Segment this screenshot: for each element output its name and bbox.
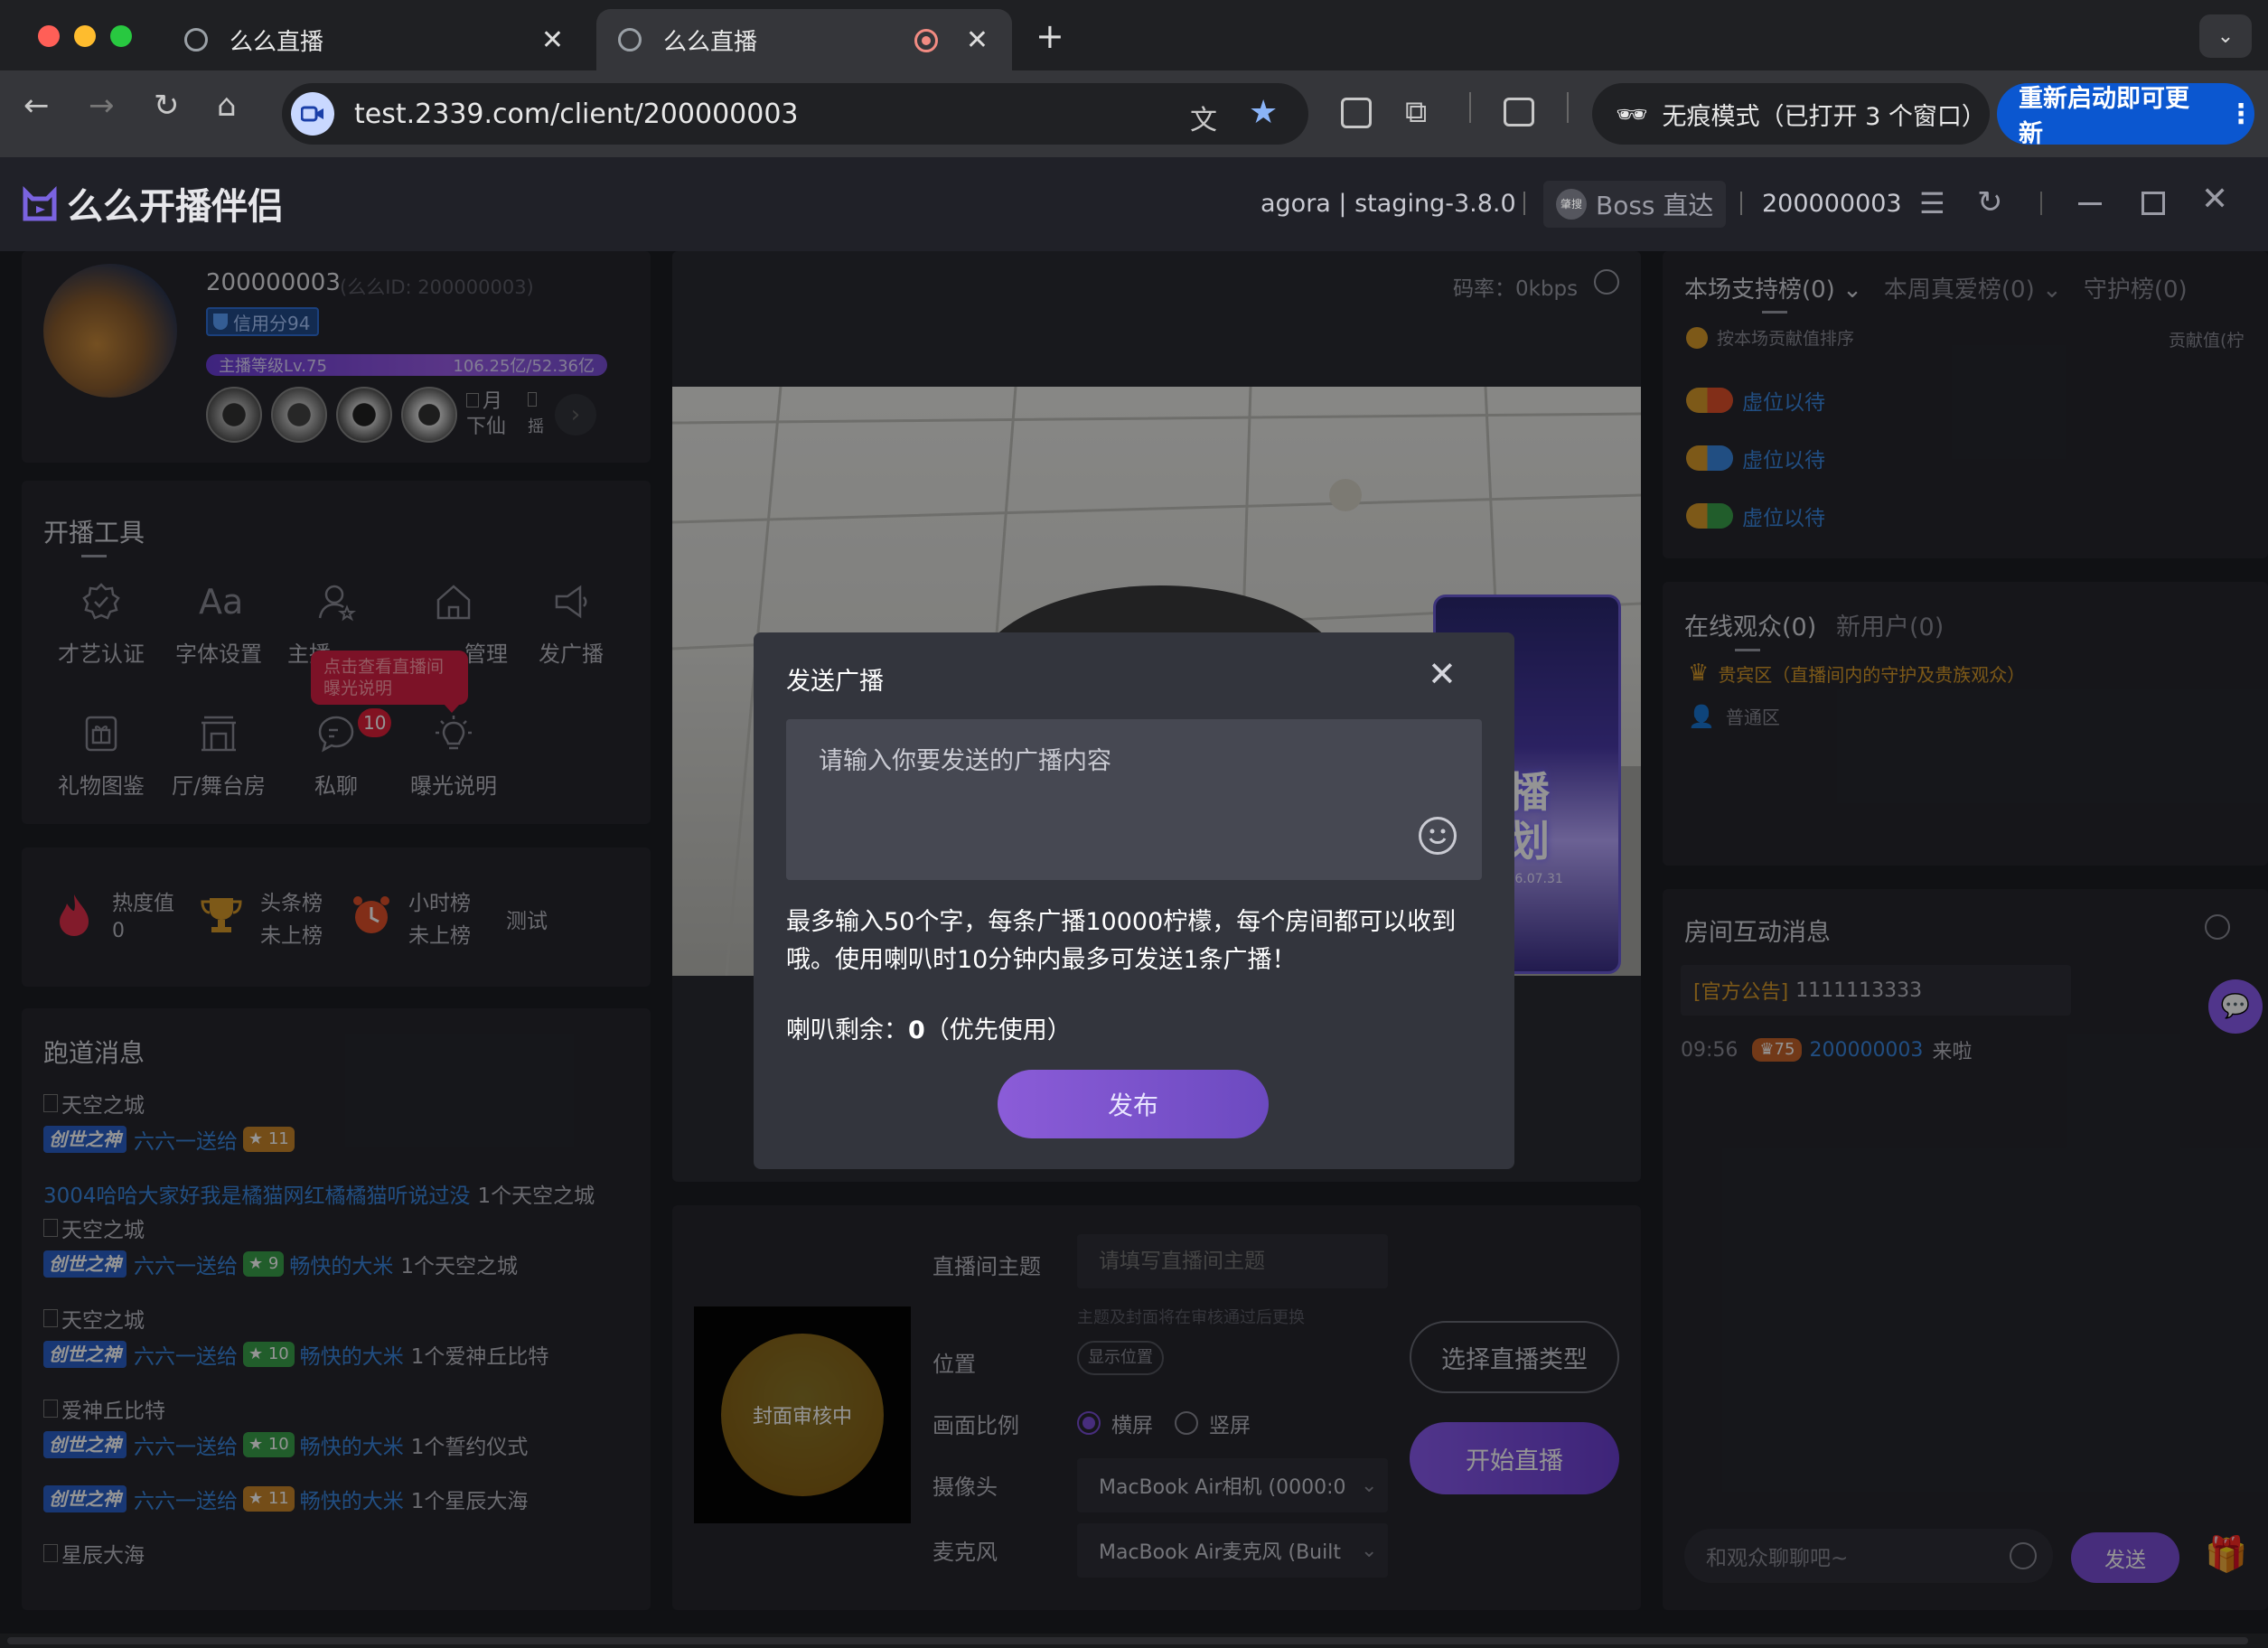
close-tab-icon[interactable]: ✕ — [966, 24, 989, 56]
new-tab-button[interactable]: + — [1036, 16, 1064, 56]
restart-update-button[interactable]: 重新启动即可更新 ⋮ — [1997, 83, 2254, 148]
bookmark-star-icon[interactable]: ★ — [1249, 94, 1278, 131]
app-logo: 么么开播伴侣 — [20, 177, 284, 229]
forward-icon[interactable]: → — [89, 90, 115, 121]
site-info-icon[interactable] — [291, 92, 334, 136]
browser-tab-2[interactable]: 么么直播 ✕ — [596, 9, 1012, 70]
close-app-icon[interactable]: ✕ — [2201, 181, 2228, 218]
list-menu-icon[interactable]: ☰ — [1919, 186, 1945, 220]
globe-icon — [618, 28, 642, 52]
maximize-window-button[interactable] — [110, 25, 132, 47]
tab-title: 么么直播 — [230, 28, 324, 56]
more-menu-icon[interactable]: ⋮ — [2227, 98, 2254, 130]
close-window-button[interactable] — [38, 25, 60, 47]
translate-icon[interactable]: ⽂ — [1190, 98, 1217, 137]
divider — [2040, 192, 2042, 215]
toolbar-divider — [1567, 92, 1569, 123]
minimize-window-button[interactable] — [74, 25, 96, 47]
boss-direct-button[interactable]: 肇搜 Boss 直达 — [1543, 181, 1727, 228]
restart-text: 重新启动即可更新 — [2019, 85, 2189, 148]
incognito-indicator[interactable]: 🕶 无痕模式（已打开 3 个窗口） — [1592, 83, 1990, 145]
env-label: agora | staging-3.8.0 — [1261, 190, 1516, 218]
reload-icon[interactable]: ↻ — [154, 90, 180, 121]
close-dialog-icon[interactable]: ✕ — [1428, 654, 1457, 694]
publish-button[interactable]: 发布 — [998, 1070, 1269, 1138]
tab-title: 么么直播 — [663, 28, 758, 56]
tab-search-button[interactable]: ⌄ — [2199, 14, 2252, 58]
app-title: 么么开播伴侣 — [67, 186, 284, 228]
boss-label: Boss 直达 — [1596, 191, 1714, 220]
browser-tab-bar: 么么直播 ✕ 么么直播 ✕ + ⌄ — [0, 0, 2268, 70]
app-logo-icon — [23, 185, 57, 221]
refresh-icon[interactable]: ↻ — [1977, 184, 2003, 220]
divider — [1523, 192, 1525, 215]
boss-logo-icon: 肇搜 — [1556, 189, 1587, 220]
recording-icon — [914, 29, 938, 52]
emoji-icon[interactable] — [1419, 817, 1457, 855]
divider — [1740, 192, 1742, 215]
header-user-id: 200000003 — [1762, 190, 1902, 218]
incognito-icon: 🕶 — [1616, 98, 1648, 129]
home-icon[interactable]: ⌂ — [217, 90, 237, 121]
screenshot-icon[interactable] — [1504, 98, 1534, 126]
minimize-icon[interactable] — [2078, 202, 2102, 205]
back-icon[interactable]: ← — [23, 90, 50, 121]
broadcast-dialog: 发送广播 ✕ 请输入你要发送的广播内容 最多输入50个字，每条广播10000柠檬… — [754, 632, 1514, 1169]
globe-icon — [184, 28, 208, 52]
textarea-placeholder: 请输入你要发送的广播内容 — [819, 747, 1111, 775]
broadcast-description: 最多输入50个字，每条广播10000柠檬，每个房间都可以收到哦。使用喇叭时10分… — [786, 908, 1457, 974]
url-text: test.2339.com/client/200000003 — [354, 98, 799, 130]
browser-tab-1[interactable]: 么么直播 ✕ — [163, 9, 587, 70]
maximize-icon[interactable] — [2141, 192, 2165, 215]
address-bar[interactable]: test.2339.com/client/200000003 ⽂ ★ — [282, 83, 1308, 145]
horn-remaining: 喇叭剩余：0（优先使用） — [786, 1016, 1072, 1044]
extensions-icon[interactable]: ⧉ — [1405, 94, 1427, 130]
reading-list-icon[interactable] — [1341, 98, 1372, 128]
incognito-text: 无痕模式（已打开 3 个窗口） — [1662, 102, 1986, 131]
toolbar-divider — [1469, 92, 1471, 123]
close-tab-icon[interactable]: ✕ — [541, 24, 564, 56]
broadcast-textarea[interactable]: 请输入你要发送的广播内容 — [786, 719, 1482, 880]
dialog-title: 发送广播 — [786, 668, 884, 696]
